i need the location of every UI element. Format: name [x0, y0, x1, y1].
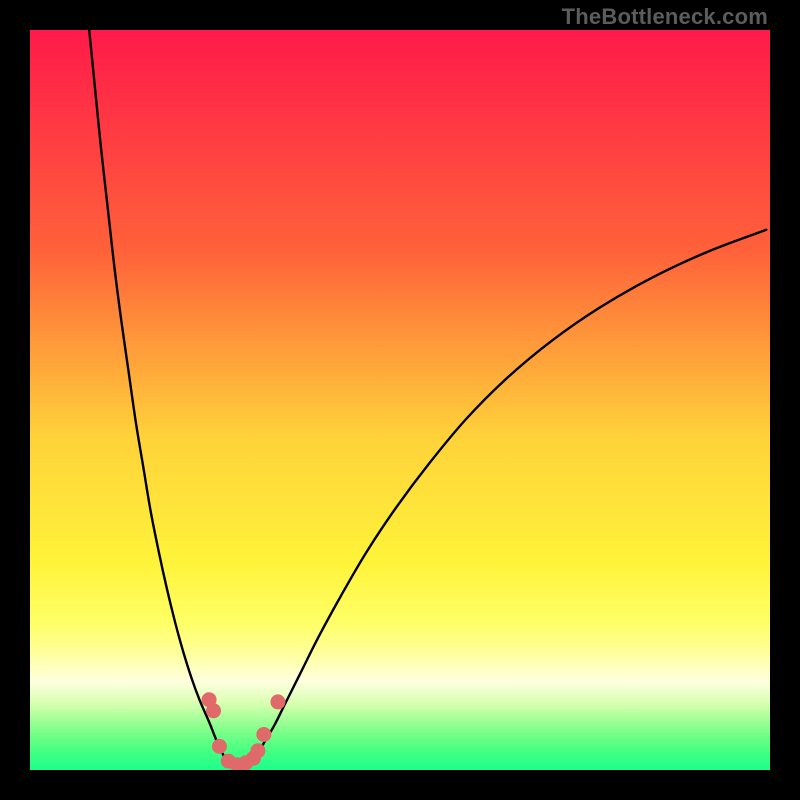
chart-frame — [30, 30, 770, 770]
data-marker — [270, 694, 285, 709]
data-marker — [250, 743, 265, 758]
data-marker — [206, 703, 221, 718]
data-marker — [212, 739, 227, 754]
chart-background — [30, 30, 770, 770]
chart-svg — [30, 30, 770, 770]
data-marker — [256, 727, 271, 742]
watermark-text: TheBottleneck.com — [562, 4, 768, 30]
